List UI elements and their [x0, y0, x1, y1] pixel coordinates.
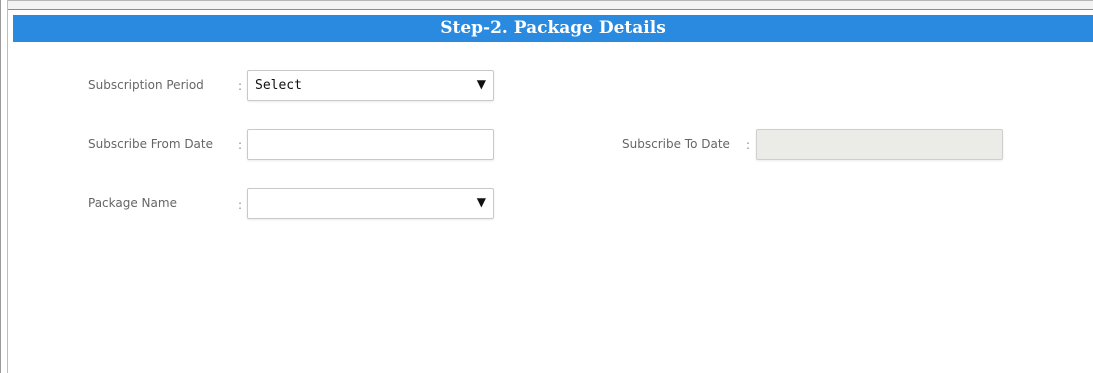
package-name-colon: :	[238, 198, 243, 212]
subscription-period-colon: :	[238, 79, 243, 93]
chevron-down-icon: ▼	[476, 195, 486, 209]
section-title: Step-2. Package Details	[440, 18, 666, 38]
subscribe-from-date-colon: :	[238, 138, 243, 152]
subscription-period-label: Subscription Period	[88, 78, 204, 92]
window-left-border	[0, 0, 8, 373]
subscribe-from-date-input[interactable]	[247, 129, 494, 160]
page-frame: Step-2. Package Details Subscription Per…	[0, 0, 1093, 373]
subscription-period-select[interactable]: Select ▼	[247, 70, 494, 101]
chevron-down-icon: ▼	[476, 77, 486, 91]
subscribe-to-date-colon: :	[746, 138, 751, 152]
subscription-period-selected-value: Select	[255, 78, 302, 93]
package-name-label: Package Name	[88, 196, 177, 210]
subscribe-to-date-label: Subscribe To Date	[622, 137, 730, 151]
window-top-edge	[8, 0, 1093, 10]
subscribe-to-date-input	[756, 129, 1003, 160]
subscribe-from-date-label: Subscribe From Date	[88, 137, 213, 151]
section-header: Step-2. Package Details	[13, 15, 1093, 42]
package-name-select[interactable]: ▼	[247, 188, 494, 219]
